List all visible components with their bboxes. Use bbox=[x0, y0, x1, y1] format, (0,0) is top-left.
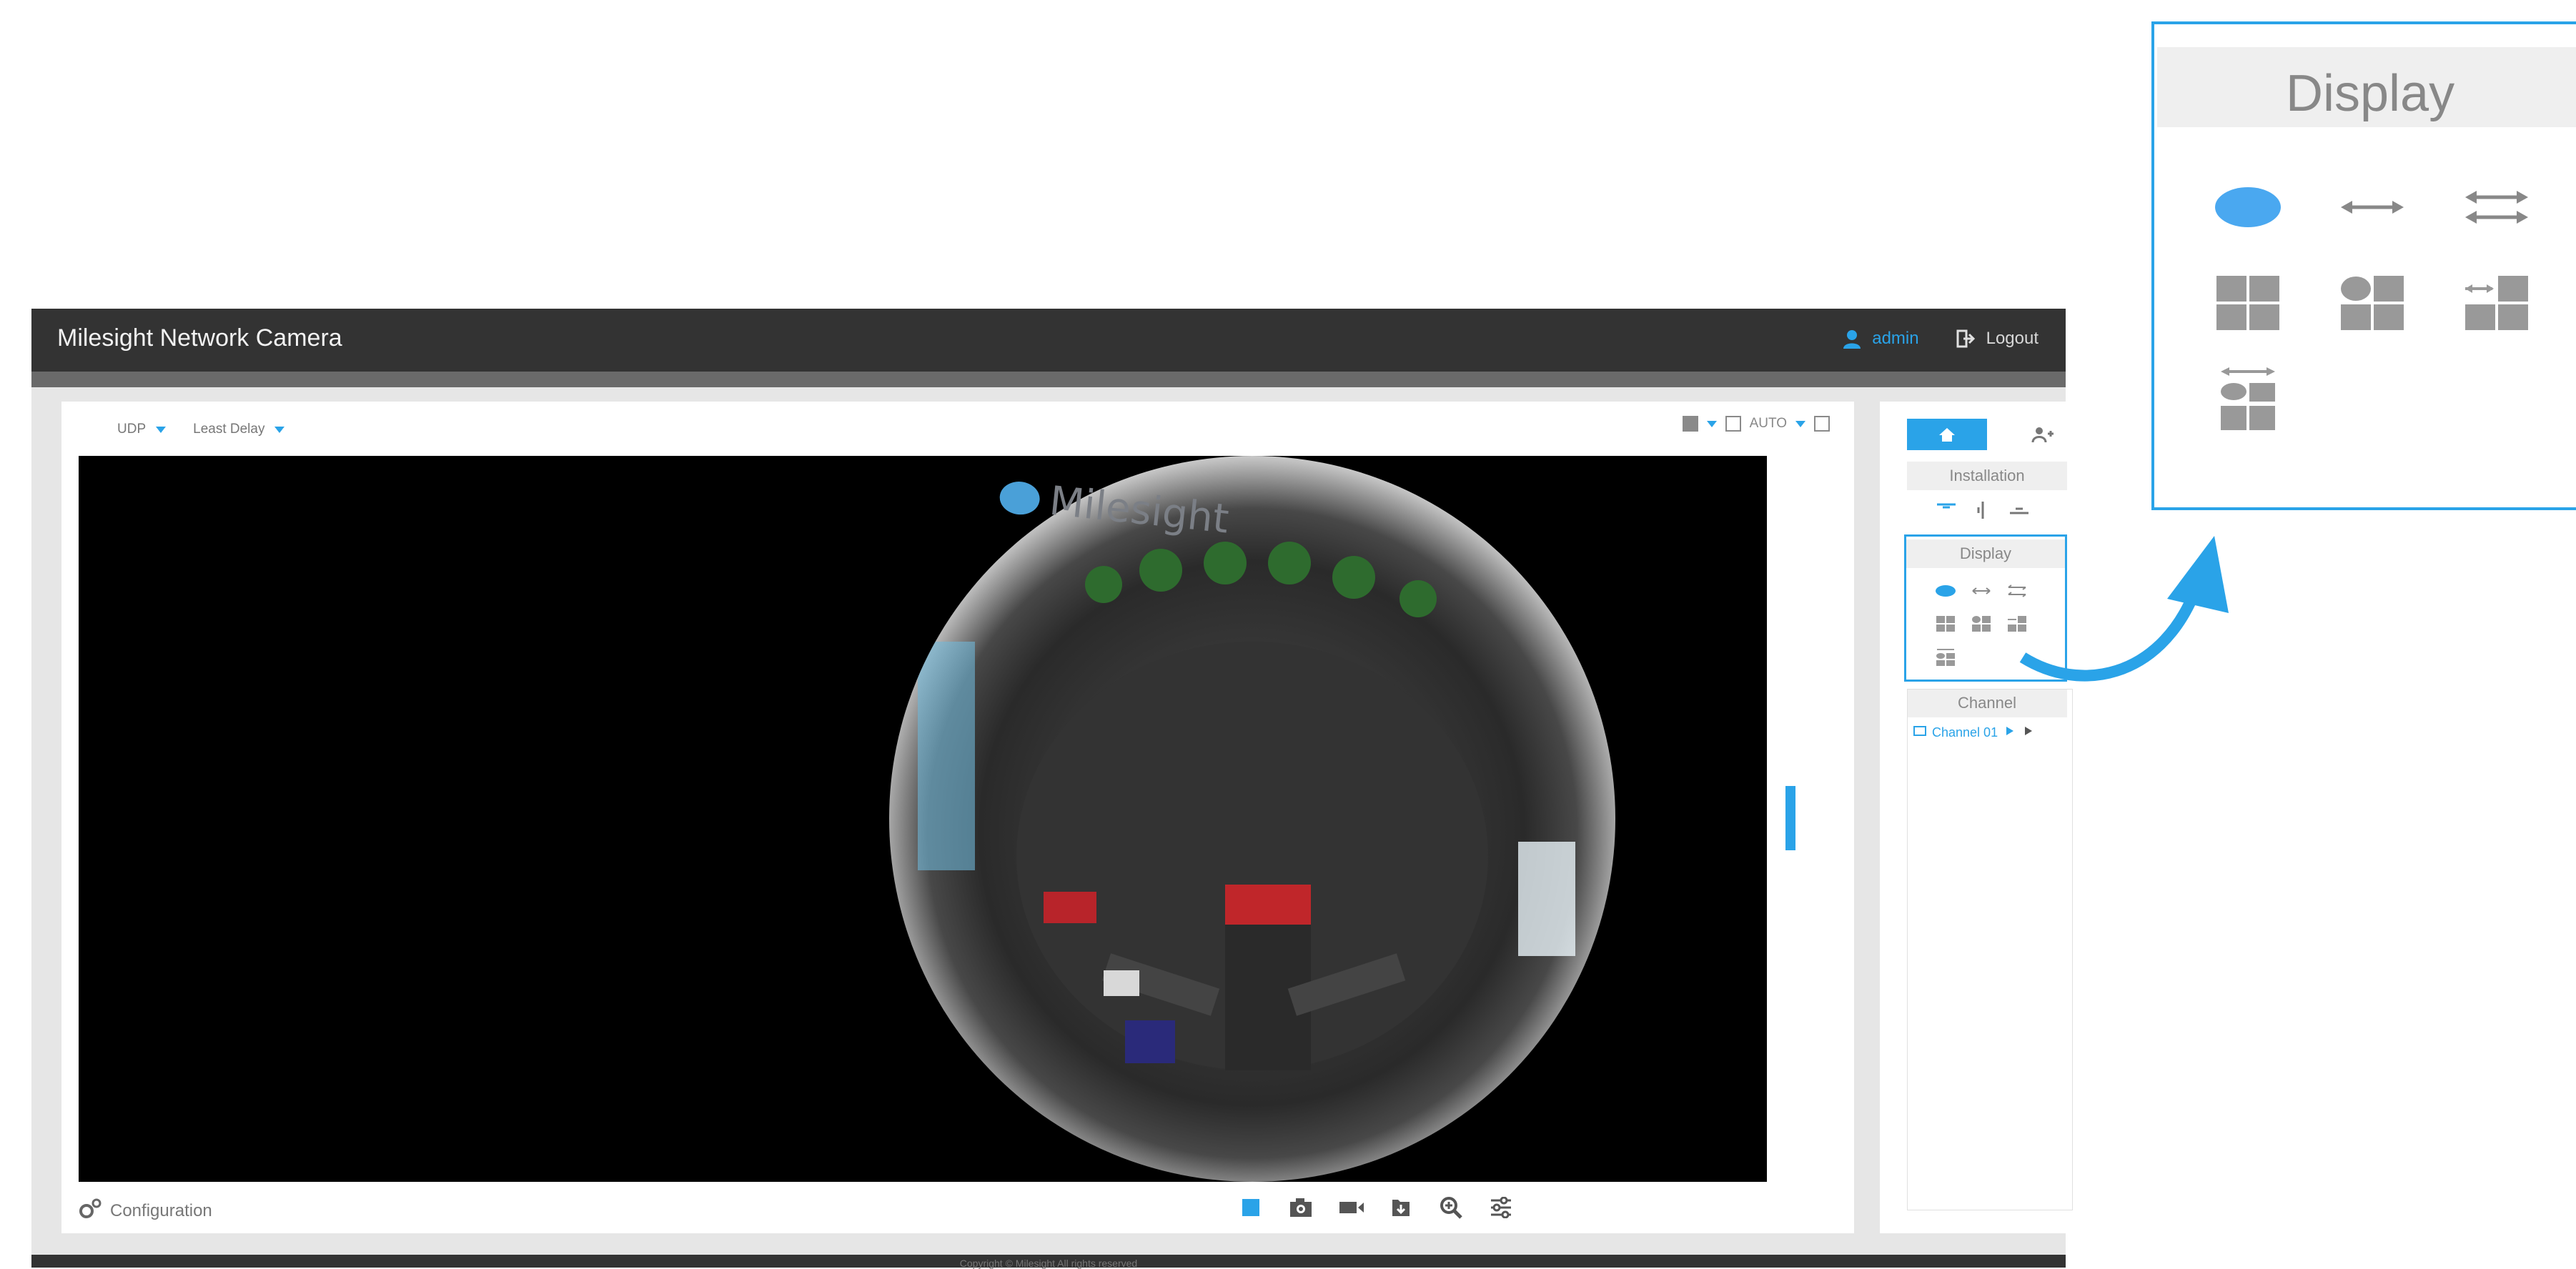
display-mode-grid bbox=[1935, 581, 2028, 667]
layout-dropdown-icon[interactable] bbox=[1706, 420, 1717, 427]
stop-live-icon[interactable] bbox=[1238, 1195, 1264, 1220]
toolbar bbox=[1238, 1195, 1514, 1220]
scale-label[interactable]: AUTO bbox=[1750, 416, 1787, 432]
protocol-dropdown-icon[interactable] bbox=[156, 426, 167, 433]
scale-dropdown-icon[interactable] bbox=[1795, 420, 1805, 427]
callout-arrow-icon bbox=[2019, 536, 2229, 682]
panel-footer: Configuration bbox=[61, 1182, 1854, 1233]
side-panel: Installation Display Channel Channel 01 bbox=[1880, 402, 2089, 1233]
tab-ptz[interactable] bbox=[2003, 419, 2083, 450]
app-title: Milesight Network Camera bbox=[57, 324, 342, 352]
side-tabs bbox=[1907, 419, 2083, 450]
installation-options bbox=[1936, 500, 2030, 524]
panorama-three-view-icon bbox=[2457, 274, 2536, 332]
side-panel-toggle[interactable] bbox=[1785, 786, 1795, 850]
protocol-select[interactable]: UDP bbox=[117, 422, 146, 437]
latency-select[interactable]: Least Delay bbox=[193, 422, 264, 437]
logout-button[interactable]: Logout bbox=[1986, 329, 2038, 349]
top-bar: Milesight Network Camera admin Logout bbox=[31, 309, 2066, 372]
callout-title: Display bbox=[2286, 65, 2455, 122]
dual-panorama-view-icon bbox=[2457, 179, 2536, 236]
panorama-original-view-icon bbox=[2209, 367, 2287, 430]
video-panel: UDP Least Delay AUTO Milesight Configura… bbox=[61, 402, 1854, 1233]
home-icon bbox=[1939, 428, 1955, 442]
layout-button[interactable] bbox=[1682, 416, 1698, 432]
live-video[interactable]: Milesight bbox=[79, 456, 1767, 1182]
wall-mount-icon[interactable] bbox=[1976, 500, 1990, 524]
ptz-icon bbox=[2031, 427, 2054, 443]
display-panorama-icon[interactable] bbox=[1971, 581, 1992, 601]
record-icon[interactable] bbox=[1338, 1195, 1364, 1220]
channel-item[interactable]: Channel 01 bbox=[1913, 725, 2035, 740]
app-window: Milesight Network Camera admin Logout UD… bbox=[31, 309, 2089, 1269]
scale-icon[interactable] bbox=[1725, 416, 1741, 432]
save-icon[interactable] bbox=[1388, 1195, 1414, 1220]
callout-header: Display bbox=[2157, 47, 2576, 127]
quad-view-icon bbox=[2209, 274, 2287, 332]
gear-icon[interactable] bbox=[79, 1198, 103, 1224]
settings-icon[interactable] bbox=[1488, 1195, 1514, 1220]
fullscreen-icon[interactable] bbox=[1814, 416, 1830, 432]
configuration-link[interactable]: Configuration bbox=[79, 1198, 212, 1224]
snapshot-icon[interactable] bbox=[1288, 1195, 1314, 1220]
user-name-link[interactable]: admin bbox=[1872, 329, 1918, 349]
view-controls: AUTO bbox=[1682, 416, 1830, 432]
original-three-view-icon bbox=[2333, 274, 2412, 332]
brand-logo-icon bbox=[998, 479, 1041, 517]
user-area: admin Logout bbox=[1842, 329, 2038, 349]
latency-dropdown-icon[interactable] bbox=[274, 426, 285, 433]
display-quad-icon[interactable] bbox=[1935, 614, 1956, 634]
display-original-three-icon[interactable] bbox=[1971, 614, 1992, 634]
stream-controls: UDP Least Delay bbox=[117, 422, 285, 437]
display-original-icon[interactable] bbox=[1935, 581, 1956, 601]
copyright: Copyright © Milesight All rights reserve… bbox=[959, 1258, 1138, 1269]
floor-mount-icon[interactable] bbox=[2008, 500, 2030, 524]
channel-list: Channel 01 bbox=[1907, 689, 2073, 1210]
installation-header: Installation bbox=[1907, 462, 2067, 490]
panorama-view-icon bbox=[2333, 179, 2412, 236]
fisheye-view bbox=[889, 456, 1615, 1182]
tab-home[interactable] bbox=[1907, 419, 1987, 450]
logout-icon[interactable] bbox=[1956, 329, 1976, 349]
user-icon bbox=[1842, 329, 1862, 349]
sub-bar bbox=[31, 372, 2066, 387]
play-all-icon[interactable] bbox=[2022, 725, 2035, 740]
callout-display-grid bbox=[2209, 179, 2536, 430]
channel-name[interactable]: Channel 01 bbox=[1932, 725, 1998, 740]
display-callout: Display bbox=[2151, 21, 2576, 510]
ceiling-mount-icon[interactable] bbox=[1936, 500, 1957, 524]
original-view-icon bbox=[2209, 179, 2287, 236]
display-panorama-original-icon[interactable] bbox=[1935, 647, 1956, 667]
play-icon[interactable] bbox=[2003, 725, 2016, 740]
channel-icon bbox=[1913, 725, 1926, 740]
configuration-label[interactable]: Configuration bbox=[110, 1201, 212, 1221]
zoom-icon[interactable] bbox=[1438, 1195, 1464, 1220]
